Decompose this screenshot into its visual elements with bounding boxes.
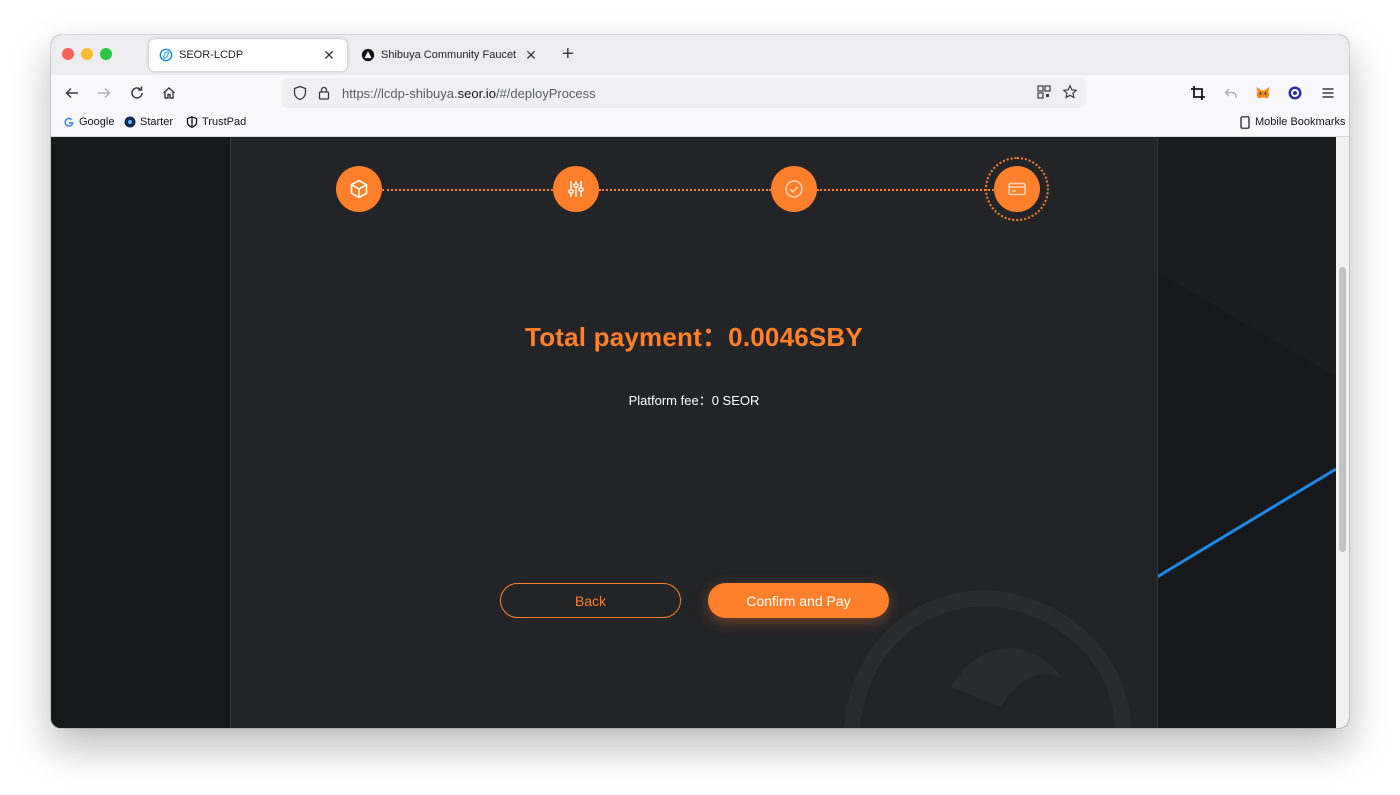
navigation-bar: https://lcdp-shibuya.seor.io/#/deployPro… [51, 75, 1349, 111]
platform-fee: Platform fee：0 SEOR [628, 393, 760, 408]
bookmark-trustpad[interactable]: TrustPad [186, 116, 246, 128]
mobile-bookmarks-label: Mobile Bookmarks [1255, 116, 1346, 128]
zoom-window-button[interactable] [100, 48, 112, 60]
step-1 [336, 166, 382, 212]
address-bar[interactable]: https://lcdp-shibuya.seor.io/#/deployPro… [282, 78, 1086, 108]
starter-icon [124, 116, 136, 128]
mobile-bookmarks[interactable]: Mobile Bookmarks [1239, 115, 1346, 129]
step-3 [771, 166, 817, 212]
step-connector [599, 189, 771, 191]
forward-arrow-icon[interactable] [94, 83, 114, 103]
url-text[interactable]: https://lcdp-shibuya.seor.io/#/deployPro… [342, 86, 596, 101]
step-connector [382, 189, 553, 191]
bookmark-label: TrustPad [202, 116, 247, 128]
step-2 [553, 166, 599, 212]
tab-strip: SEOR-LCDP ✕ Shibuya Community Faucet ✕ + [51, 35, 1349, 75]
background-decoration [1156, 137, 1336, 728]
google-icon [63, 116, 75, 128]
close-window-button[interactable] [62, 48, 74, 60]
home-icon[interactable] [159, 83, 179, 103]
deploy-process-panel: Total payment：0.0046SBY Platform fee：0 S… [230, 137, 1158, 728]
crop-icon[interactable] [1188, 83, 1208, 103]
metamask-icon[interactable] [1253, 83, 1273, 103]
back-button[interactable]: Back [500, 583, 681, 618]
confirm-and-pay-button[interactable]: Confirm and Pay [708, 583, 889, 618]
close-tab-icon[interactable]: ✕ [523, 47, 539, 64]
bookmark-google[interactable]: Google [63, 116, 114, 128]
new-tab-icon[interactable]: + [562, 43, 574, 65]
tab-title: Shibuya Community Faucet [381, 49, 517, 61]
back-arrow-icon[interactable] [62, 83, 82, 103]
scrollbar-thumb[interactable] [1339, 267, 1346, 552]
step-4-current [985, 157, 1049, 221]
sliders-icon [568, 181, 584, 197]
bookmark-starter[interactable]: Starter [124, 116, 173, 128]
trustpad-icon [186, 116, 198, 128]
browser-window: SEOR-LCDP ✕ Shibuya Community Faucet ✕ + [51, 35, 1349, 728]
menu-icon[interactable] [1318, 83, 1338, 103]
mobile-device-icon [1239, 115, 1251, 129]
shield-icon[interactable] [292, 85, 308, 101]
undo-icon[interactable] [1221, 83, 1241, 103]
bookmarks-bar: Google Starter TrustPad Mobile Bookmarks [51, 111, 1349, 137]
qr-code-icon[interactable] [1036, 84, 1052, 100]
check-circle-icon [785, 180, 803, 198]
lock-icon[interactable] [316, 85, 332, 101]
cube-icon [350, 179, 368, 199]
card-icon [1008, 182, 1026, 196]
close-tab-icon[interactable]: ✕ [321, 47, 337, 64]
page-viewport: Total payment：0.0046SBY Platform fee：0 S… [51, 137, 1336, 728]
tab-shibuya-faucet[interactable]: Shibuya Community Faucet ✕ [351, 39, 549, 71]
tab-title: SEOR-LCDP [179, 49, 244, 61]
reload-icon[interactable] [127, 83, 147, 103]
bookmark-label: Starter [140, 116, 174, 128]
faucet-logo-icon [361, 48, 375, 62]
minimize-window-button[interactable] [81, 48, 93, 60]
bookmark-label: Google [79, 116, 115, 128]
step-connector [817, 189, 994, 191]
extension-icon[interactable] [1285, 83, 1305, 103]
seor-logo-icon [159, 48, 173, 62]
tab-seor-lcdp[interactable]: SEOR-LCDP ✕ [149, 39, 347, 71]
vertical-scrollbar[interactable] [1336, 137, 1349, 728]
total-payment: Total payment：0.0046SBY [525, 322, 863, 352]
bookmark-star-icon[interactable] [1062, 84, 1078, 100]
